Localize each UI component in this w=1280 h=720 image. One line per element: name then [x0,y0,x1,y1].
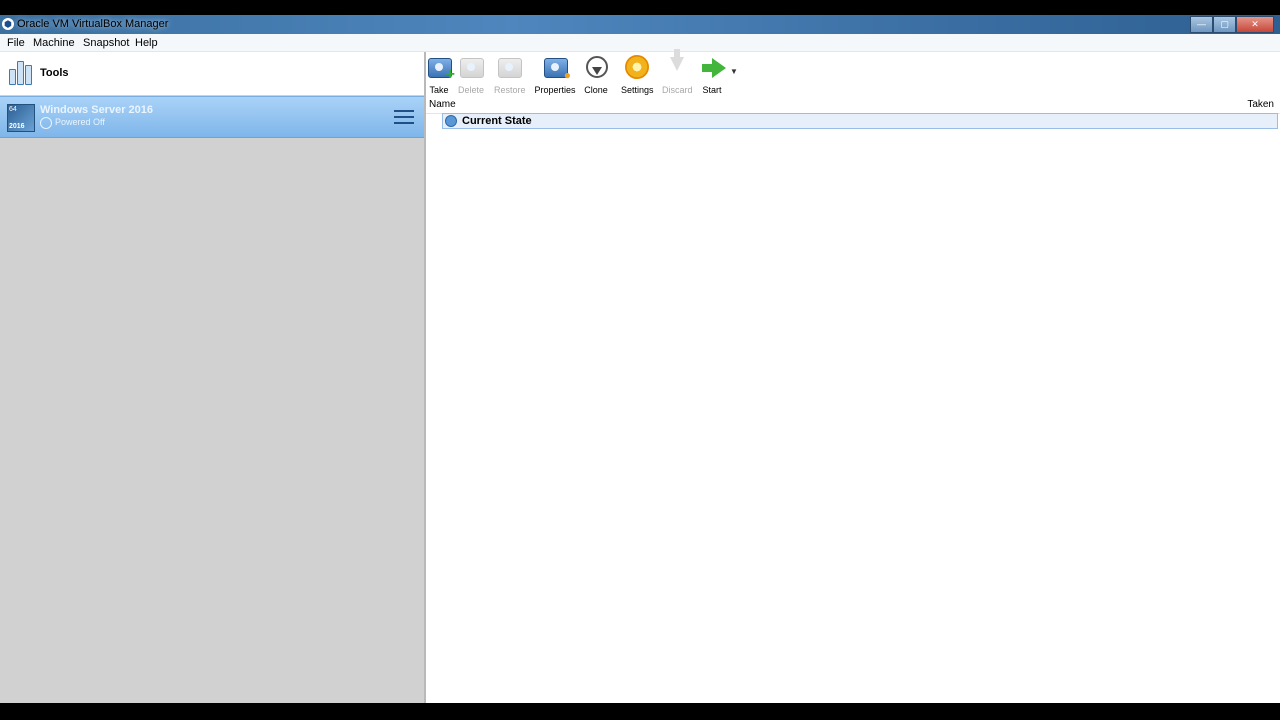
properties-icon: ● [542,54,571,82]
snapshot-table-header: Name Taken [426,97,1280,114]
virtualbox-icon: ⬢ [2,18,14,30]
snapshots-panel: + Take Delete Restore ● Properties Clone… [426,49,1280,703]
settings-gear-icon [624,54,650,80]
start-button[interactable]: Start [700,54,726,95]
settings-button[interactable]: Settings [621,54,654,95]
tools-icon [9,59,33,85]
menu-file[interactable]: File [7,37,25,49]
start-arrow-icon [700,54,726,80]
menu-bar: File Machine Snapshot Help [0,34,1280,52]
menu-help[interactable]: Help [135,37,158,49]
take-snapshot-icon: + [426,54,455,83]
take-button[interactable]: + Take [426,54,455,95]
properties-button[interactable]: ● Properties [534,54,576,95]
screen-bottom-border [0,703,1280,720]
snapshot-name: Current State [462,115,532,127]
vm-state: Powered Off [55,117,105,127]
tools-item[interactable]: Tools [0,52,424,95]
window-title: Oracle VM VirtualBox Manager [17,18,169,30]
restore-button[interactable]: Restore [494,54,526,95]
machine-list-panel: Tools 64 2016 Windows Server 2016 Powere… [0,52,424,703]
powered-off-icon [40,117,52,129]
start-dropdown-icon[interactable]: ▼ [730,67,738,76]
vm-list-item[interactable]: 64 2016 Windows Server 2016 Powered Off [0,96,424,138]
snapshot-row-current-state[interactable]: Current State [442,113,1278,129]
discard-button[interactable]: Discard [662,49,693,95]
windows-server-os-icon: 64 2016 [7,104,35,132]
column-taken[interactable]: Taken [1247,99,1274,110]
clone-icon [583,54,609,80]
column-name[interactable]: Name [429,99,456,110]
snapshot-toolbar: + Take Delete Restore ● Properties Clone… [426,49,1280,95]
delete-snapshot-icon [458,54,484,80]
menu-machine[interactable]: Machine [33,37,75,49]
vm-name: Windows Server 2016 [40,104,154,116]
menu-snapshot[interactable]: Snapshot [83,37,129,49]
current-state-icon [445,115,457,127]
screen-top-border [0,0,1280,15]
close-button[interactable]: ✕ [1236,16,1274,33]
restore-snapshot-icon [496,54,522,80]
delete-button[interactable]: Delete [458,54,484,95]
window-controls: — ▢ ✕ [1190,16,1274,33]
tools-label: Tools [40,67,69,79]
minimize-button[interactable]: — [1190,16,1213,33]
vm-details-menu-icon[interactable] [394,108,414,126]
discard-icon [664,49,690,80]
window-title-bar[interactable]: ⬢ Oracle VM VirtualBox Manager — ▢ ✕ [0,15,1280,34]
maximize-button[interactable]: ▢ [1213,16,1236,33]
clone-button[interactable]: Clone [583,54,609,95]
